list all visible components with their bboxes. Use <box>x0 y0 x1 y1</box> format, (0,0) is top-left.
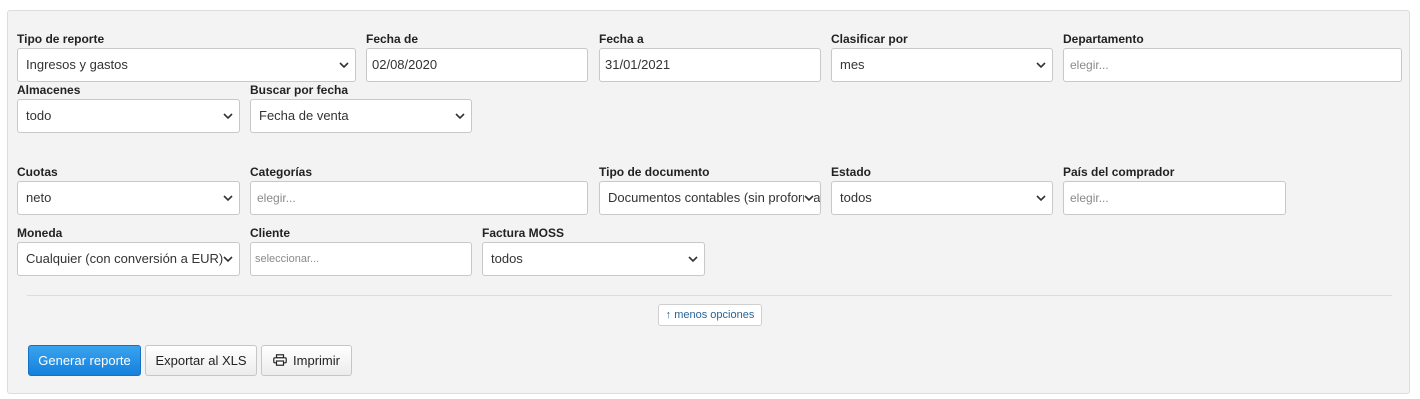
tipo-reporte-select[interactable]: Ingresos y gastos <box>17 48 356 82</box>
report-filters-panel: Tipo de reporte Ingresos y gastos Fecha … <box>7 10 1410 394</box>
cuotas-value: neto <box>26 190 52 205</box>
chevron-down-icon <box>455 113 465 120</box>
tipo-reporte-label: Tipo de reporte <box>17 32 105 46</box>
chevron-down-icon <box>339 62 349 69</box>
almacenes-select[interactable]: todo <box>17 99 240 133</box>
tipo-documento-label: Tipo de documento <box>599 165 710 179</box>
estado-field: Estado todos <box>831 165 1053 215</box>
factura-moss-field: Factura MOSS todos <box>482 226 705 276</box>
chevron-down-icon <box>1036 62 1046 69</box>
factura-moss-label: Factura MOSS <box>482 226 565 240</box>
almacenes-label: Almacenes <box>17 83 81 97</box>
buscar-por-fecha-select[interactable]: Fecha de venta <box>250 99 472 133</box>
pais-comprador-label: País del comprador <box>1063 165 1175 179</box>
chevron-down-icon <box>223 195 233 202</box>
estado-value: todos <box>840 190 872 205</box>
cliente-input[interactable]: seleccionar... <box>250 242 472 276</box>
moneda-label: Moneda <box>17 226 63 240</box>
pais-comprador-field: País del comprador elegir... <box>1063 165 1286 215</box>
cuotas-field: Cuotas neto <box>17 165 240 215</box>
categorias-input[interactable]: elegir... <box>250 181 588 215</box>
chevron-down-icon <box>688 256 698 263</box>
imprimir-label: Imprimir <box>293 353 340 368</box>
exportar-xls-button[interactable]: Exportar al XLS <box>145 345 257 376</box>
estado-label: Estado <box>831 165 872 179</box>
fecha-de-label: Fecha de <box>366 32 419 46</box>
clasificar-por-value: mes <box>840 57 865 72</box>
moneda-field: Moneda Cualquier (con conversión a EUR) <box>17 226 240 276</box>
chevron-down-icon <box>223 254 233 264</box>
chevron-down-icon <box>1036 195 1046 202</box>
departamento-field: Departamento elegir... <box>1063 32 1402 82</box>
cuotas-label: Cuotas <box>17 165 58 179</box>
cliente-field: Cliente seleccionar... <box>250 226 472 276</box>
tipo-reporte-field: Tipo de reporte Ingresos y gastos <box>17 32 356 82</box>
cliente-label: Cliente <box>250 226 291 240</box>
fecha-de-input[interactable]: 02/08/2020 <box>366 48 588 82</box>
menos-opciones-button[interactable]: ↑ menos opciones <box>658 304 762 326</box>
categorias-field: Categorías elegir... <box>250 165 588 215</box>
tipo-documento-select[interactable]: Documentos contables (sin proformas) <box>599 181 821 215</box>
tipo-documento-field: Tipo de documento Documentos contables (… <box>599 165 821 215</box>
printer-icon <box>273 354 287 366</box>
almacenes-field: Almacenes todo <box>17 83 240 133</box>
departamento-label: Departamento <box>1063 32 1144 46</box>
cuotas-select[interactable]: neto <box>17 181 240 215</box>
imprimir-button[interactable]: Imprimir <box>261 345 352 376</box>
buscar-por-fecha-field: Buscar por fecha Fecha de venta <box>250 83 472 133</box>
moneda-select[interactable]: Cualquier (con conversión a EUR) <box>17 242 240 276</box>
tipo-reporte-value: Ingresos y gastos <box>26 57 128 72</box>
generar-reporte-button[interactable]: Generar reporte <box>28 345 141 376</box>
factura-moss-select[interactable]: todos <box>482 242 705 276</box>
clasificar-por-label: Clasificar por <box>831 32 908 46</box>
pais-comprador-input[interactable]: elegir... <box>1063 181 1286 215</box>
departamento-input[interactable]: elegir... <box>1063 48 1402 82</box>
moneda-value: Cualquier (con conversión a EUR) <box>26 251 224 266</box>
fecha-de-field: Fecha de 02/08/2020 <box>366 32 588 82</box>
fecha-a-input[interactable]: 31/01/2021 <box>599 48 821 82</box>
fecha-a-label: Fecha a <box>599 32 644 46</box>
clasificar-por-select[interactable]: mes <box>831 48 1053 82</box>
almacenes-value: todo <box>26 108 52 123</box>
factura-moss-value: todos <box>491 251 523 266</box>
estado-select[interactable]: todos <box>831 181 1053 215</box>
chevron-down-icon <box>223 113 233 120</box>
clasificar-por-field: Clasificar por mes <box>831 32 1053 82</box>
buscar-por-fecha-value: Fecha de venta <box>259 108 349 123</box>
chevron-down-icon <box>804 193 814 203</box>
tipo-documento-value: Documentos contables (sin proformas) <box>608 190 821 205</box>
buscar-por-fecha-label: Buscar por fecha <box>250 83 349 97</box>
categorias-label: Categorías <box>250 165 313 179</box>
fecha-a-field: Fecha a 31/01/2021 <box>599 32 821 82</box>
section-divider <box>27 295 1392 296</box>
